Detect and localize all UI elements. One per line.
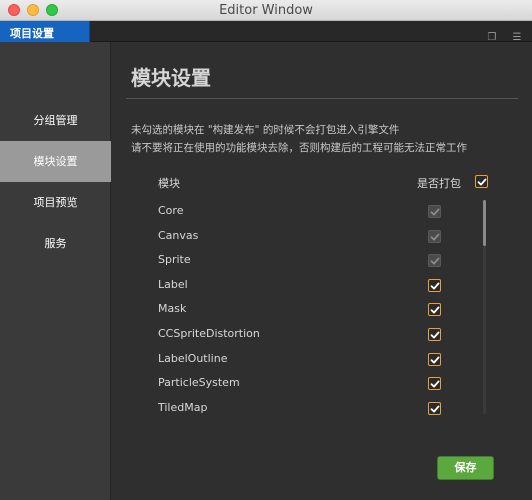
- module-name: Core: [158, 204, 184, 217]
- tab-bar: 项目设置 ❐ ☰: [0, 21, 532, 43]
- module-checkbox[interactable]: [428, 377, 441, 390]
- save-button[interactable]: 保存: [437, 456, 494, 480]
- page-title: 模块设置: [131, 66, 211, 90]
- module-checkbox[interactable]: [428, 328, 441, 341]
- main-panel: 模块设置 未勾选的模块在 "构建发布" 的时候不会打包进入引擎文件 请不要将正在…: [112, 42, 532, 500]
- check-icon: [430, 233, 439, 240]
- check-icon: [430, 331, 439, 338]
- check-icon: [430, 282, 439, 289]
- scrollbar[interactable]: [483, 200, 486, 414]
- module-checkbox[interactable]: [428, 279, 441, 292]
- module-name: Sprite: [158, 253, 191, 266]
- module-checkbox[interactable]: [428, 353, 441, 366]
- module-checkbox[interactable]: [428, 303, 441, 316]
- check-icon: [430, 405, 439, 412]
- check-icon: [430, 208, 439, 215]
- module-checkbox: [428, 254, 441, 267]
- tab-project-settings[interactable]: 项目设置: [0, 21, 90, 42]
- module-checkbox: [428, 205, 441, 218]
- scrollbar-thumb[interactable]: [483, 200, 486, 246]
- description-line-1: 未勾选的模块在 "构建发布" 的时候不会打包进入引擎文件: [131, 124, 400, 136]
- module-name: Canvas: [158, 229, 199, 242]
- sidebar-item-module-settings[interactable]: 模块设置: [0, 141, 111, 182]
- module-name: CCSpriteDistortion: [158, 327, 260, 340]
- module-name: Mask: [158, 302, 187, 315]
- sidebar-item-group-management[interactable]: 分组管理: [0, 100, 111, 141]
- divider: [126, 98, 518, 99]
- check-icon: [477, 178, 486, 185]
- window-title: Editor Window: [219, 3, 313, 18]
- module-name: Label: [158, 278, 188, 291]
- module-name: ParticleSystem: [158, 376, 240, 389]
- check-icon: [430, 257, 439, 264]
- sidebar-item-services[interactable]: 服务: [0, 223, 111, 264]
- module-name: TiledMap: [158, 401, 208, 414]
- check-icon: [430, 380, 439, 387]
- module-name: LabelOutline: [158, 352, 228, 365]
- pack-column-header: 是否打包: [417, 177, 461, 190]
- sidebar: 分组管理 模块设置 项目预览 服务: [0, 42, 111, 500]
- check-icon: [430, 306, 439, 313]
- module-column-header: 模块: [158, 177, 180, 190]
- module-checkbox: [428, 230, 441, 243]
- title-bar: Editor Window: [0, 0, 532, 21]
- select-all-checkbox[interactable]: [475, 175, 488, 188]
- module-checkbox[interactable]: [428, 402, 441, 415]
- description-line-2: 请不要将正在使用的功能模块去除，否则构建后的工程可能无法正常工作: [131, 142, 467, 154]
- check-icon: [430, 356, 439, 363]
- sidebar-item-project-preview[interactable]: 项目预览: [0, 182, 111, 223]
